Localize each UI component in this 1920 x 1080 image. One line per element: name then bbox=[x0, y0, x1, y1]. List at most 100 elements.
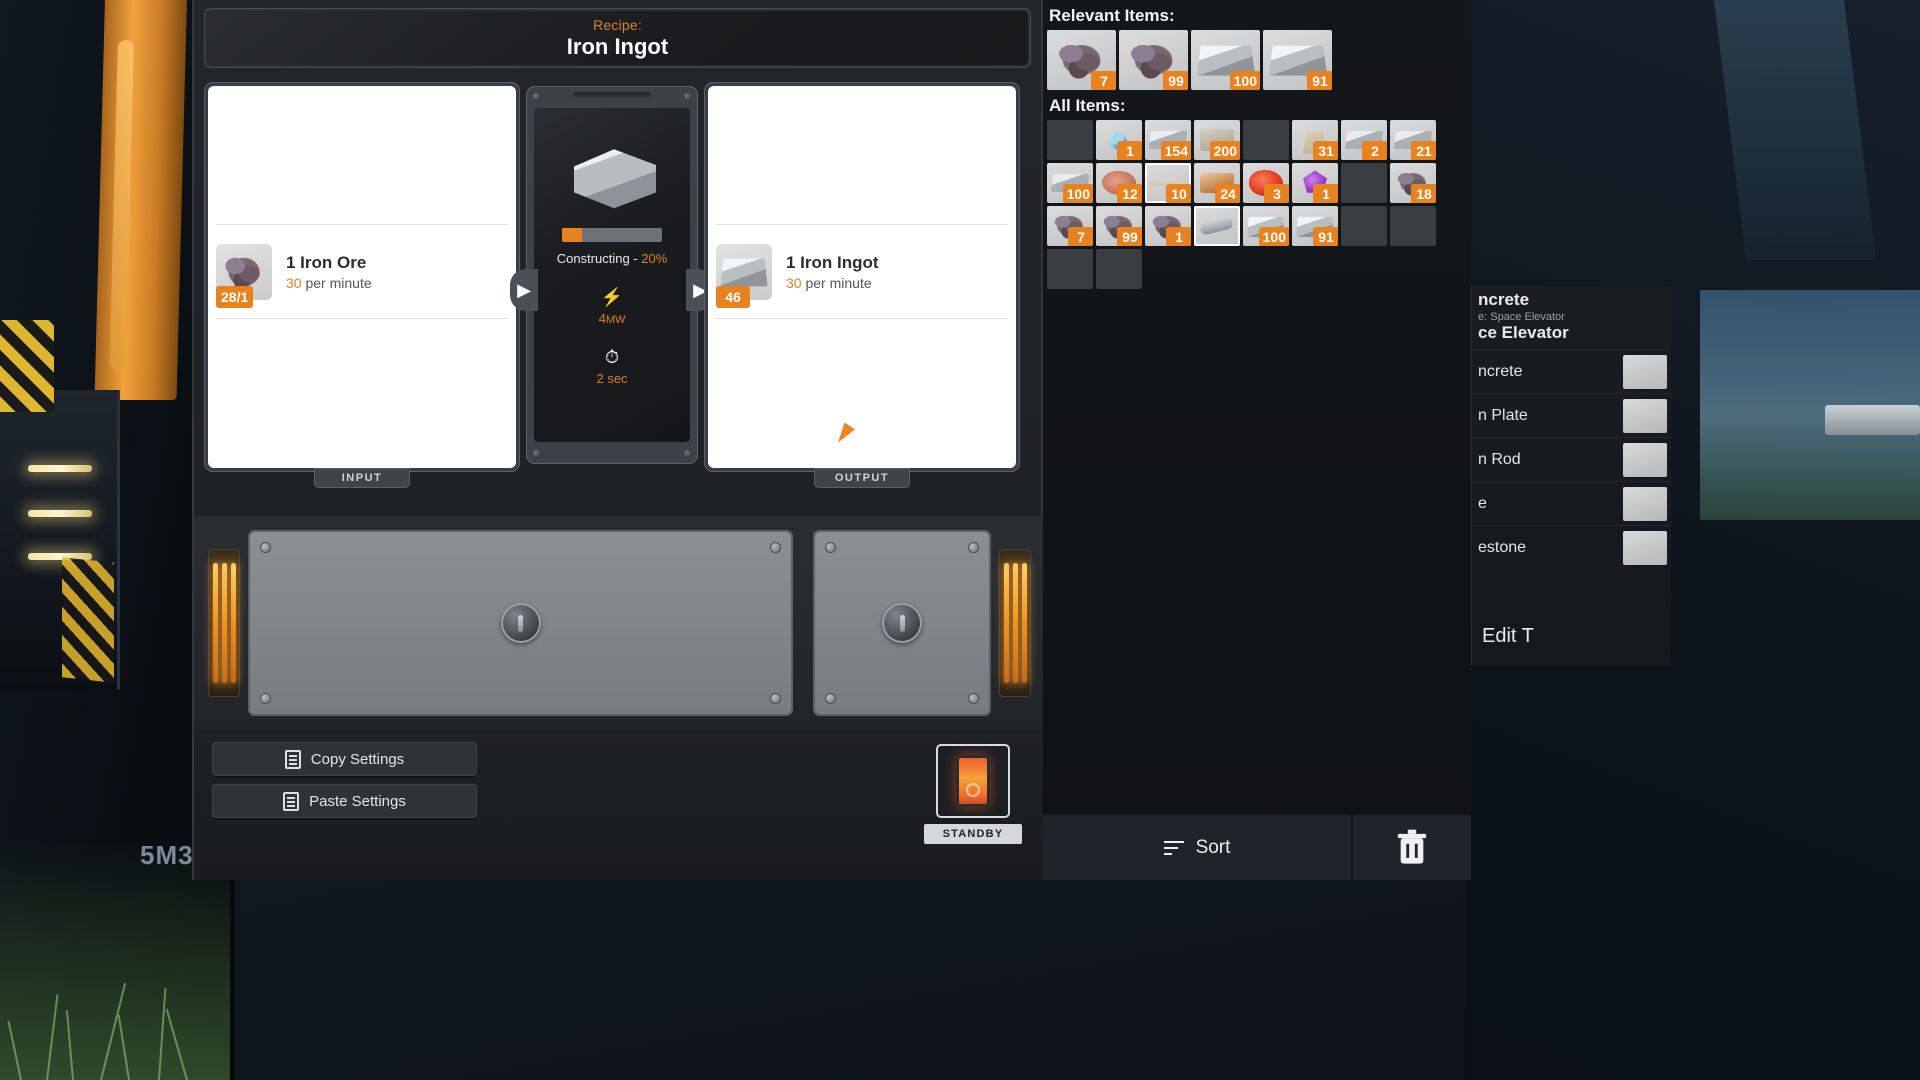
output-slot-rate: 30 per minute bbox=[786, 275, 879, 291]
chassis-knob bbox=[882, 603, 922, 643]
inventory-slot[interactable]: 100 bbox=[1047, 163, 1093, 203]
paste-settings-label: Paste Settings bbox=[309, 792, 406, 810]
screw-icon bbox=[532, 449, 541, 458]
inventory-slot[interactable]: 24 bbox=[1194, 163, 1240, 203]
inventory-slot[interactable]: 18 bbox=[1390, 163, 1436, 203]
inventory-slot[interactable]: 1 bbox=[1292, 163, 1338, 203]
inventory-slot[interactable]: 10 bbox=[1145, 163, 1191, 203]
item-quantity-badge: 91 bbox=[1307, 71, 1332, 90]
construction-status-text: Constructing - 20% bbox=[557, 251, 668, 266]
inventory-slot[interactable]: 1 bbox=[1145, 206, 1191, 246]
inventory-slot[interactable]: 21 bbox=[1390, 120, 1436, 160]
item-quantity-badge: 100 bbox=[1258, 227, 1289, 246]
inventory-slot[interactable]: 31 bbox=[1292, 120, 1338, 160]
edit-button[interactable]: Edit T bbox=[1482, 625, 1534, 648]
item-quantity-badge: 31 bbox=[1313, 141, 1338, 160]
output-rate-unit: per minute bbox=[805, 275, 872, 291]
build-menu-item[interactable]: ncrete bbox=[1472, 349, 1671, 393]
inventory-slot[interactable]: 99 bbox=[1096, 206, 1142, 246]
build-menu-item[interactable]: n Rod bbox=[1472, 437, 1671, 481]
inventory-slot[interactable]: 12 bbox=[1096, 163, 1142, 203]
paste-settings-button[interactable]: Paste Settings bbox=[212, 784, 477, 818]
power-value: 4 bbox=[598, 311, 606, 326]
item-quantity-badge: 1 bbox=[1117, 141, 1142, 160]
item-quantity-badge: 1 bbox=[1166, 227, 1191, 246]
inventory-slot[interactable]: 154 bbox=[1145, 120, 1191, 160]
inventory-slot[interactable]: 1 bbox=[1096, 120, 1142, 160]
build-menu-list: ncrete n Plate n Rod e estone bbox=[1472, 349, 1671, 569]
sort-icon bbox=[1163, 840, 1184, 856]
item-quantity-badge: 1 bbox=[1313, 184, 1338, 203]
mouse-cursor bbox=[838, 422, 856, 447]
relevant-items-heading: Relevant Items: bbox=[1049, 6, 1175, 25]
copy-settings-button[interactable]: Copy Settings bbox=[212, 742, 477, 776]
trash-button[interactable] bbox=[1353, 815, 1471, 880]
sort-button[interactable]: Sort bbox=[1043, 815, 1353, 880]
inventory-slot[interactable]: 2 bbox=[1341, 120, 1387, 160]
power-switch-icon[interactable] bbox=[956, 755, 990, 807]
led-strip-right bbox=[999, 549, 1031, 697]
arrow-left-icon[interactable]: ▶ bbox=[510, 269, 538, 311]
screw-icon bbox=[532, 92, 541, 101]
hazard-stripe-sign bbox=[0, 320, 54, 412]
recipe-header[interactable]: Recipe: Iron Ingot bbox=[204, 8, 1031, 68]
inventory-slot-empty[interactable] bbox=[1047, 249, 1093, 289]
inventory-slot[interactable]: 91 bbox=[1263, 30, 1332, 90]
screw-icon bbox=[825, 693, 836, 704]
inventory-slot-empty[interactable] bbox=[1390, 206, 1436, 246]
recipe-label: Recipe: bbox=[593, 16, 642, 33]
item-quantity-badge: 7 bbox=[1091, 71, 1116, 90]
build-menu-item[interactable]: e bbox=[1472, 481, 1671, 525]
inventory-slot-empty[interactable] bbox=[1047, 120, 1093, 160]
output-tab-label: OUTPUT bbox=[814, 468, 910, 488]
item-quantity-badge: 100 bbox=[1062, 184, 1093, 203]
inventory-slot[interactable]: 100 bbox=[1191, 30, 1260, 90]
item-quantity-badge: 12 bbox=[1117, 184, 1142, 203]
item-quantity-badge: 2 bbox=[1362, 141, 1387, 160]
inventory-slot-empty[interactable] bbox=[1096, 249, 1142, 289]
inventory-slot-empty[interactable] bbox=[1341, 206, 1387, 246]
iron-ore-icon: 28/1 bbox=[216, 244, 272, 308]
standby-label: STANDBY bbox=[924, 824, 1022, 844]
output-slot[interactable]: 46 1 Iron Ingot 30 per minute bbox=[716, 244, 1008, 308]
item-quantity-badge: 200 bbox=[1209, 141, 1240, 160]
inventory-slot-empty[interactable] bbox=[1243, 120, 1289, 160]
chassis-plate-small bbox=[813, 530, 991, 716]
inventory-slot[interactable]: 7 bbox=[1047, 30, 1116, 90]
inventory-slot-empty[interactable] bbox=[1341, 163, 1387, 203]
build-menu-item[interactable]: n Plate bbox=[1472, 393, 1671, 437]
standby-control[interactable]: STANDBY bbox=[924, 744, 1022, 844]
input-rate-value: 30 bbox=[286, 275, 302, 291]
inventory-slot[interactable]: 7 bbox=[1047, 206, 1093, 246]
led-strip-left bbox=[208, 549, 240, 697]
build-menu-item-label: estone bbox=[1478, 538, 1527, 556]
clipboard-paste-icon bbox=[283, 791, 300, 811]
inventory-toolbar: Sort bbox=[1043, 815, 1471, 880]
screw-icon bbox=[770, 542, 781, 553]
sort-label: Sort bbox=[1195, 836, 1231, 858]
inventory-slot[interactable]: 200 bbox=[1194, 120, 1240, 160]
power-consumption: 4MW bbox=[599, 311, 626, 326]
item-quantity-badge: 18 bbox=[1411, 184, 1436, 203]
build-menu-subtitle: e: Space Elevator bbox=[1478, 311, 1565, 323]
screw-icon bbox=[683, 449, 692, 458]
lightning-bolt-icon: ⚡ bbox=[600, 287, 624, 307]
inventory-slot[interactable]: 100 bbox=[1243, 206, 1289, 246]
inventory-slot[interactable]: 99 bbox=[1119, 30, 1188, 90]
screw-icon bbox=[683, 92, 692, 101]
trash-icon bbox=[1397, 829, 1427, 864]
build-menu-item-label: e bbox=[1478, 494, 1487, 512]
screw-icon bbox=[770, 693, 781, 704]
input-slot-title: 1 Iron Ore bbox=[286, 253, 367, 272]
output-slot-title: 1 Iron Ingot bbox=[786, 253, 879, 272]
inventory-slot[interactable]: 3 bbox=[1243, 163, 1289, 203]
power-unit: MW bbox=[605, 314, 626, 326]
inventory-slot[interactable]: 91 bbox=[1292, 206, 1338, 246]
output-rate-value: 30 bbox=[786, 275, 802, 291]
inventory-slot[interactable] bbox=[1194, 206, 1240, 246]
build-menu-item[interactable]: estone bbox=[1472, 525, 1671, 569]
build-menu-subtitle2: ce Elevator bbox=[1478, 323, 1569, 342]
relevant-items-grid: 7 99 100 91 bbox=[1043, 30, 1471, 90]
smelter-icon bbox=[562, 142, 662, 214]
input-slot[interactable]: 28/1 1 Iron Ore 30 per minute bbox=[216, 244, 508, 308]
